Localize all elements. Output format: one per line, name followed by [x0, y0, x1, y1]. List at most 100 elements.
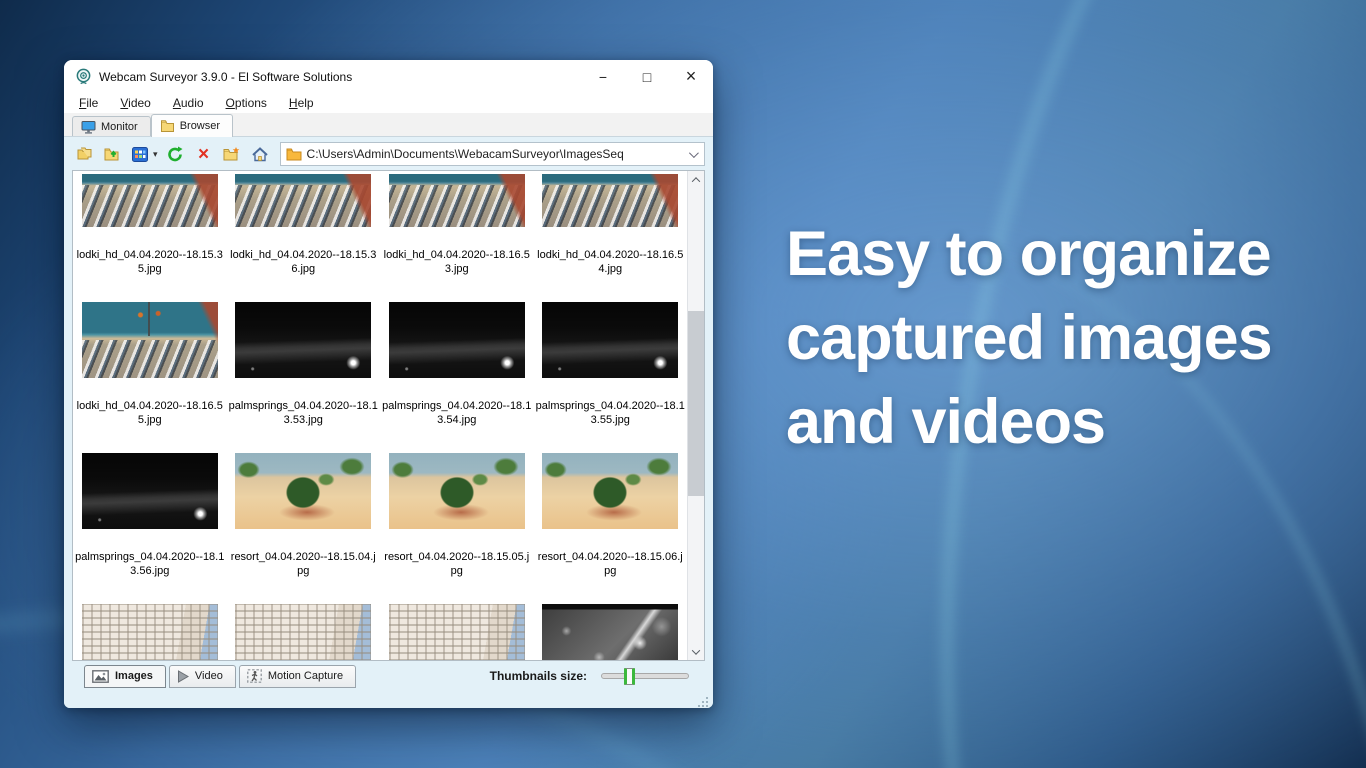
file-item[interactable]: [380, 604, 534, 660]
thumbnails-size-control: Thumbnails size:: [490, 669, 703, 683]
home-button[interactable]: [248, 142, 272, 166]
thumbnail-image[interactable]: [82, 302, 218, 378]
thumbnail-image[interactable]: [235, 174, 371, 227]
app-window: Webcam Surveyor 3.9.0 - El Software Solu…: [64, 60, 713, 708]
tab-images-label: Images: [115, 670, 153, 682]
tab-motion-capture[interactable]: Motion Capture: [239, 665, 356, 688]
tab-browser-label: Browser: [180, 120, 220, 132]
refresh-button[interactable]: [164, 142, 188, 166]
menu-video[interactable]: Video: [109, 94, 161, 112]
file-item[interactable]: lodki_hd_04.04.2020--18.15.36.jpg: [227, 174, 381, 302]
file-name: palmsprings_04.04.2020--18.13.55.jpg: [535, 400, 685, 427]
tab-browser[interactable]: Browser: [151, 114, 233, 137]
menu-bar: File Video Audio Options Help: [64, 93, 713, 113]
file-item[interactable]: palmsprings_04.04.2020--18.13.55.jpg: [534, 302, 688, 453]
file-name: palmsprings_04.04.2020--18.13.53.jpg: [228, 400, 378, 427]
file-browser-view: lodki_hd_04.04.2020--18.15.35.jpglodki_h…: [72, 170, 705, 661]
status-strip: [72, 689, 705, 708]
menu-audio[interactable]: Audio: [162, 94, 215, 112]
refresh-icon: [166, 145, 185, 163]
file-item[interactable]: palmsprings_04.04.2020--18.13.56.jpg: [73, 453, 227, 604]
thumbnail-image[interactable]: [389, 604, 525, 660]
title-bar[interactable]: Webcam Surveyor 3.9.0 - El Software Solu…: [64, 60, 713, 93]
address-path[interactable]: C:\Users\Admin\Documents\WebacamSurveyor…: [307, 147, 682, 161]
file-item[interactable]: lodki_hd_04.04.2020--18.15.35.jpg: [73, 174, 227, 302]
file-item[interactable]: lodki_hd_04.04.2020--18.16.55.jpg: [73, 302, 227, 453]
thumbnail-image[interactable]: [542, 453, 678, 529]
home-icon: [251, 146, 269, 163]
thumbnail-grid: lodki_hd_04.04.2020--18.15.35.jpglodki_h…: [73, 171, 687, 660]
tab-monitor[interactable]: Monitor: [72, 116, 151, 136]
file-name: lodki_hd_04.04.2020--18.16.55.jpg: [75, 400, 225, 427]
address-folder-icon: [286, 148, 302, 161]
file-name: resort_04.04.2020--18.15.06.jpg: [535, 551, 685, 578]
maximize-button[interactable]: □: [625, 60, 669, 93]
delete-button[interactable]: ×: [192, 142, 216, 166]
thumbnail-image[interactable]: [389, 453, 525, 529]
new-folder-button[interactable]: [220, 142, 244, 166]
file-name: palmsprings_04.04.2020--18.13.54.jpg: [382, 400, 532, 427]
tab-monitor-label: Monitor: [101, 121, 138, 133]
thumbnail-image[interactable]: [542, 302, 678, 378]
thumbnail-image[interactable]: [82, 174, 218, 227]
thumbnail-image[interactable]: [235, 302, 371, 378]
view-mode-dropdown-caret-icon[interactable]: ▾: [153, 149, 158, 160]
folder-up-button[interactable]: [100, 142, 124, 166]
thumbnail-image[interactable]: [235, 453, 371, 529]
view-mode-icon: [131, 146, 149, 163]
thumbnail-image[interactable]: [82, 453, 218, 529]
file-item[interactable]: palmsprings_04.04.2020--18.13.53.jpg: [227, 302, 381, 453]
browser-toolbar: ▾ ×: [72, 140, 705, 170]
bottom-bar: Images Video Motion Capture Thumbnails s…: [72, 661, 705, 689]
tab-motion-capture-label: Motion Capture: [268, 670, 343, 682]
tab-images[interactable]: Images: [84, 665, 166, 688]
file-name: resort_04.04.2020--18.15.04.jpg: [228, 551, 378, 578]
file-name: lodki_hd_04.04.2020--18.15.36.jpg: [228, 249, 378, 276]
vertical-scrollbar[interactable]: [687, 171, 704, 660]
thumbnail-size-slider[interactable]: [601, 673, 689, 679]
images-icon: [92, 670, 109, 683]
address-bar[interactable]: C:\Users\Admin\Documents\WebacamSurveyor…: [280, 142, 705, 166]
file-item[interactable]: lodki_hd_04.04.2020--18.16.54.jpg: [534, 174, 688, 302]
browser-panel: ▾ ×: [64, 137, 713, 708]
scroll-up-button[interactable]: [688, 171, 704, 188]
thumbnail-image[interactable]: [235, 604, 371, 660]
view-mode-button[interactable]: [128, 142, 152, 166]
file-item[interactable]: resort_04.04.2020--18.15.06.jpg: [534, 453, 688, 604]
close-button[interactable]: ×: [669, 60, 713, 93]
delete-icon: ×: [198, 145, 209, 164]
thumbnail-image[interactable]: [542, 174, 678, 227]
tab-video-label: Video: [195, 670, 223, 682]
file-name: lodki_hd_04.04.2020--18.16.53.jpg: [382, 249, 532, 276]
scroll-down-button[interactable]: [688, 643, 704, 660]
thumbnail-image[interactable]: [389, 174, 525, 227]
tab-video[interactable]: Video: [169, 665, 236, 688]
slider-thumb[interactable]: [624, 668, 635, 685]
promo-headline: Easy to organize captured images and vid…: [786, 212, 1366, 464]
thumbnails-size-label: Thumbnails size:: [490, 669, 587, 683]
resize-grip-icon[interactable]: [706, 705, 708, 707]
copy-folder-button[interactable]: [72, 142, 96, 166]
menu-help[interactable]: Help: [278, 94, 325, 112]
file-item[interactable]: resort_04.04.2020--18.15.04.jpg: [227, 453, 381, 604]
file-item[interactable]: [534, 604, 688, 660]
file-item[interactable]: lodki_hd_04.04.2020--18.16.53.jpg: [380, 174, 534, 302]
file-item[interactable]: palmsprings_04.04.2020--18.13.54.jpg: [380, 302, 534, 453]
file-item[interactable]: resort_04.04.2020--18.15.05.jpg: [380, 453, 534, 604]
thumbnail-image[interactable]: [82, 604, 218, 660]
file-item[interactable]: [227, 604, 381, 660]
menu-options[interactable]: Options: [215, 94, 278, 112]
scrollbar-thumb[interactable]: [688, 311, 704, 496]
window-title: Webcam Surveyor 3.9.0 - El Software Solu…: [99, 70, 352, 84]
motion-capture-icon: [247, 669, 262, 683]
file-name: lodki_hd_04.04.2020--18.16.54.jpg: [535, 249, 685, 276]
minimize-button[interactable]: −: [581, 60, 625, 93]
file-name: resort_04.04.2020--18.15.05.jpg: [382, 551, 532, 578]
file-item[interactable]: [73, 604, 227, 660]
thumbnail-image[interactable]: [542, 604, 678, 660]
address-dropdown-button[interactable]: [682, 144, 702, 164]
dropdown-chevron-icon: [688, 148, 698, 158]
thumbnail-image[interactable]: [389, 302, 525, 378]
video-play-icon: [177, 670, 189, 683]
menu-file[interactable]: File: [68, 94, 109, 112]
